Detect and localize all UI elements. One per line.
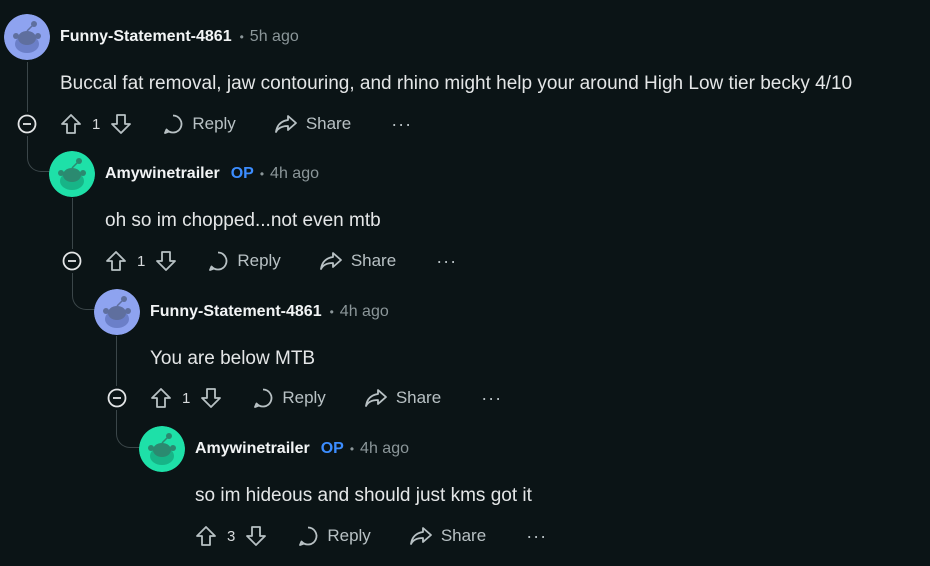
downvote-icon[interactable] — [155, 250, 177, 272]
thread-line — [27, 62, 28, 112]
share-button[interactable]: Share — [319, 250, 396, 272]
upvote-icon[interactable] — [150, 387, 172, 409]
collapse-thread-button[interactable] — [62, 251, 82, 271]
username[interactable]: Funny-Statement-4861 — [150, 303, 322, 321]
comment-bubble-icon — [209, 251, 228, 271]
comment-text: You are below MTB — [150, 348, 316, 369]
comment-bubble-icon — [164, 114, 183, 134]
snoo-avatar-icon — [4, 14, 50, 60]
user-avatar[interactable] — [49, 151, 95, 197]
reply-button[interactable]: Reply — [162, 113, 236, 135]
user-avatar[interactable] — [94, 289, 140, 335]
share-arrow-icon — [409, 527, 432, 545]
share-label: Share — [350, 251, 397, 270]
timestamp[interactable]: 4h ago — [270, 165, 319, 183]
downvote-icon[interactable] — [245, 525, 267, 547]
comment-text: Buccal fat removal, jaw contouring, and … — [60, 73, 853, 94]
more-options-button[interactable]: ··· — [436, 251, 457, 272]
comment-text: oh so im chopped...not even mtb — [105, 210, 381, 231]
reply-button[interactable]: Reply — [207, 250, 281, 272]
share-arrow-icon — [274, 115, 297, 133]
more-options-button[interactable]: ··· — [391, 114, 412, 135]
thread-connector — [116, 410, 140, 448]
share-button[interactable]: Share — [274, 113, 351, 135]
separator-dot: • — [349, 442, 355, 456]
reply-label: Reply — [237, 251, 281, 270]
thread-line — [116, 336, 117, 386]
more-options-button[interactable]: ··· — [526, 526, 547, 547]
downvote-icon[interactable] — [200, 387, 222, 409]
timestamp[interactable]: 5h ago — [250, 28, 299, 46]
share-button[interactable]: Share — [409, 525, 486, 547]
share-label: Share — [440, 526, 487, 545]
share-label: Share — [395, 388, 442, 407]
user-avatar[interactable] — [4, 14, 50, 60]
username[interactable]: Amywinetrailer — [195, 440, 310, 458]
downvote-icon[interactable] — [110, 113, 132, 135]
comment-bubble-icon — [299, 526, 318, 546]
share-label: Share — [305, 114, 352, 133]
comment-bubble-icon — [254, 388, 273, 408]
reply-label: Reply — [327, 526, 371, 545]
separator-dot: • — [329, 305, 334, 319]
op-badge: OP — [230, 165, 254, 182]
timestamp[interactable]: 4h ago — [360, 440, 409, 458]
share-arrow-icon — [319, 252, 342, 270]
reply-button[interactable]: Reply — [297, 525, 371, 547]
minus-circle-icon — [17, 114, 37, 134]
minus-circle-icon — [107, 388, 127, 408]
reply-label: Reply — [282, 388, 326, 407]
upvote-icon[interactable] — [60, 113, 82, 135]
collapse-thread-button[interactable] — [17, 114, 37, 134]
snoo-avatar-icon — [94, 289, 140, 335]
upvote-icon[interactable] — [195, 525, 217, 547]
share-button[interactable]: Share — [364, 387, 441, 409]
thread-line — [72, 198, 73, 249]
minus-circle-icon — [62, 251, 82, 271]
vote-count: 3 — [227, 527, 236, 545]
user-avatar[interactable] — [139, 426, 185, 472]
username[interactable]: Funny-Statement-4861 — [60, 28, 232, 46]
vote-count: 1 — [182, 389, 191, 407]
vote-count: 1 — [92, 115, 101, 133]
snoo-avatar-icon — [139, 426, 185, 472]
vote-count: 1 — [137, 252, 146, 270]
comment-text: so im hideous and should just kms got it — [195, 485, 532, 506]
snoo-avatar-icon — [49, 151, 95, 197]
upvote-icon[interactable] — [105, 250, 127, 272]
reply-button[interactable]: Reply — [252, 387, 326, 409]
thread-connector — [27, 136, 51, 172]
reply-label: Reply — [192, 114, 236, 133]
separator-dot: • — [259, 167, 265, 181]
share-arrow-icon — [364, 389, 387, 407]
separator-dot: • — [239, 30, 244, 44]
timestamp[interactable]: 4h ago — [340, 303, 389, 321]
more-options-button[interactable]: ··· — [481, 388, 502, 409]
username[interactable]: Amywinetrailer — [105, 165, 220, 183]
collapse-thread-button[interactable] — [107, 388, 127, 408]
op-badge: OP — [320, 440, 344, 457]
thread-connector — [72, 273, 96, 310]
